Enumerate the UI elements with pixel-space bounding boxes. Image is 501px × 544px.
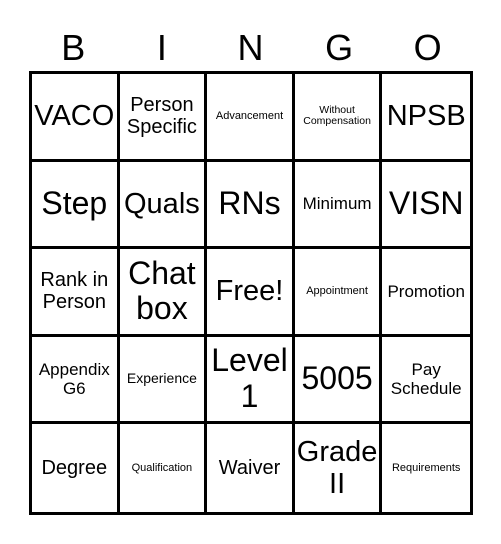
header-letter-g: G bbox=[325, 27, 354, 68]
bingo-cell-label: Chat box bbox=[128, 254, 196, 327]
bingo-cell-label: RNs bbox=[218, 184, 281, 221]
bingo-cell-i1[interactable]: Person Specific bbox=[119, 74, 208, 162]
bingo-cell-b5[interactable]: Degree bbox=[32, 424, 120, 512]
bingo-cell-b3[interactable]: Rank in Person bbox=[32, 249, 120, 337]
bingo-cell-label: Appendix G6 bbox=[38, 360, 110, 399]
bingo-cell-label: Pay Schedule bbox=[390, 360, 462, 399]
bingo-cell-i4[interactable]: Experience bbox=[119, 336, 208, 425]
bingo-cell-label: Quals bbox=[124, 187, 200, 220]
bingo-cell-label: Waiver bbox=[218, 456, 281, 479]
bingo-cell-g2[interactable]: Minimum bbox=[294, 161, 383, 250]
bingo-cell-label: Step bbox=[41, 184, 108, 221]
bingo-cell-label: NPSB bbox=[386, 100, 466, 133]
bingo-cell-label: Minimum bbox=[302, 194, 372, 214]
bingo-cell-label: Degree bbox=[41, 456, 108, 479]
bingo-cell-label: Qualification bbox=[131, 462, 193, 475]
bingo-header: B I N G O bbox=[29, 20, 472, 72]
bingo-cell-i2[interactable]: Quals bbox=[119, 161, 208, 250]
header-letter-b: B bbox=[61, 27, 86, 68]
bingo-cell-b2[interactable]: Step bbox=[32, 161, 120, 250]
bingo-cell-g4[interactable]: 5005 bbox=[294, 336, 383, 425]
bingo-cell-label: Level 1 bbox=[211, 342, 288, 415]
bingo-cell-o4[interactable]: Pay Schedule bbox=[382, 337, 470, 425]
bingo-cell-label: Requirements bbox=[391, 462, 461, 475]
bingo-cell-o3[interactable]: Promotion bbox=[382, 249, 470, 337]
bingo-cell-o2[interactable]: VISN bbox=[382, 162, 470, 250]
bingo-cell-label: Person Specific bbox=[126, 93, 197, 139]
bingo-cell-g5[interactable]: Grade II bbox=[295, 424, 383, 512]
bingo-cell-label: 5005 bbox=[301, 360, 373, 397]
bingo-cell-n1[interactable]: Advancement bbox=[207, 74, 295, 162]
bingo-cell-n2[interactable]: RNs bbox=[207, 161, 295, 250]
bingo-board: VACO Person Specific Advancement Without Co… bbox=[29, 71, 473, 515]
bingo-cell-label: VACO bbox=[34, 100, 115, 133]
bingo-cell-b1[interactable]: VACO bbox=[32, 74, 120, 162]
bingo-cell-b4[interactable]: Appendix G6 bbox=[32, 336, 120, 425]
bingo-cell-label: Promotion bbox=[387, 281, 465, 301]
bingo-cell-i3[interactable]: Chat box bbox=[119, 249, 208, 337]
bingo-cell-free-space[interactable]: Free! bbox=[207, 249, 295, 337]
bingo-cell-i5[interactable]: Qualification bbox=[120, 424, 208, 512]
bingo-cell-label: Without Compensation bbox=[303, 103, 371, 128]
bingo-cell-label: Grade II bbox=[296, 435, 378, 501]
header-letter-i: I bbox=[156, 27, 167, 68]
bingo-cell-g1[interactable]: Without Compensation bbox=[294, 74, 383, 162]
bingo-cell-o1[interactable]: NPSB bbox=[382, 74, 470, 162]
bingo-cell-label: VISN bbox=[388, 184, 464, 221]
bingo-cell-n4[interactable]: Level 1 bbox=[207, 336, 295, 425]
bingo-cell-label: Rank in Person bbox=[40, 269, 109, 314]
bingo-cell-label: Experience bbox=[126, 370, 197, 387]
bingo-cell-g3[interactable]: Appointment bbox=[294, 249, 383, 337]
bingo-cell-label: Advancement bbox=[215, 110, 284, 123]
header-letter-n: N bbox=[237, 27, 264, 68]
bingo-cell-label: Free! bbox=[215, 275, 284, 308]
bingo-cell-n5[interactable]: Waiver bbox=[207, 424, 295, 512]
header-letter-o: O bbox=[413, 27, 442, 68]
bingo-cell-label: Appointment bbox=[306, 285, 368, 298]
bingo-cell-o5[interactable]: Requirements bbox=[382, 424, 470, 512]
